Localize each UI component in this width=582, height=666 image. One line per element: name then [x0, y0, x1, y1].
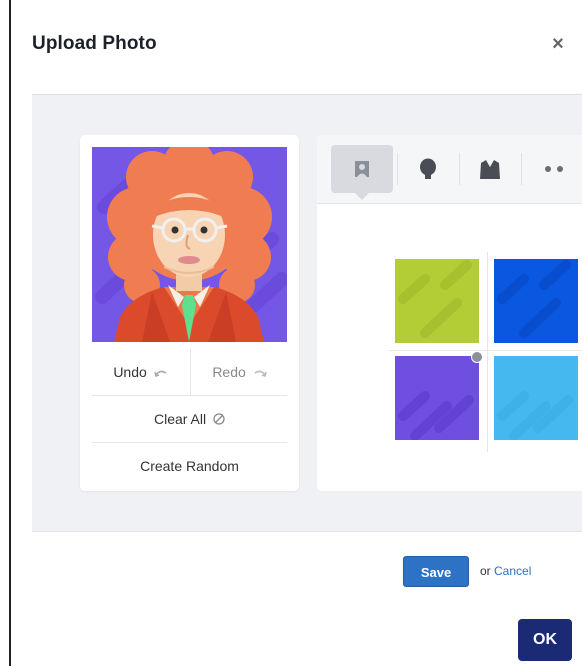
redo-arrow-icon [253, 350, 267, 396]
ok-button[interactable]: OK [518, 619, 572, 661]
portrait-icon [355, 161, 369, 177]
clear-all-button[interactable]: Clear All [92, 396, 287, 443]
preview-card: Undo Redo Clear All Create Random [80, 135, 299, 491]
redo-button[interactable]: Redo [190, 349, 288, 395]
clear-all-label: Clear All [153, 411, 207, 427]
avatar-editor: Undo Redo Clear All Create Random [32, 94, 582, 532]
swatch-blue[interactable] [494, 259, 578, 343]
tab-clothes[interactable] [459, 145, 521, 193]
left-border [9, 0, 11, 666]
swatch-purple[interactable] [395, 356, 479, 440]
grid-divider [487, 252, 488, 452]
tab-background[interactable] [331, 145, 393, 200]
swatch-green[interactable] [395, 259, 479, 343]
dialog-header: Upload Photo × [32, 33, 582, 61]
undo-label: Undo [113, 364, 147, 380]
category-tabs [317, 135, 582, 204]
background-swatch-grid [317, 204, 582, 491]
undo-arrow-icon [153, 350, 168, 396]
dialog-title: Upload Photo [32, 33, 157, 54]
tab-eyes[interactable] [523, 145, 582, 193]
history-controls: Undo Redo [92, 349, 287, 396]
swatch-sky-blue[interactable] [494, 356, 578, 440]
selected-indicator-icon [471, 351, 483, 363]
tab-hair[interactable] [397, 145, 459, 193]
cancel-link[interactable]: Cancel [494, 564, 531, 578]
close-button[interactable]: × [548, 32, 568, 56]
avatar-illustration [92, 147, 287, 342]
or-text: or [480, 564, 491, 578]
options-card [317, 135, 582, 491]
undo-button[interactable]: Undo [92, 349, 189, 395]
avatar-preview [92, 147, 287, 342]
prohibited-icon [213, 397, 225, 443]
head-silhouette-icon [420, 158, 436, 179]
eyes-icon [545, 166, 563, 172]
save-button[interactable]: Save [403, 556, 469, 587]
create-random-button[interactable]: Create Random [92, 443, 287, 489]
jacket-icon [480, 160, 500, 179]
grid-divider [389, 350, 582, 351]
redo-label: Redo [212, 364, 246, 380]
tab-divider [521, 153, 522, 185]
